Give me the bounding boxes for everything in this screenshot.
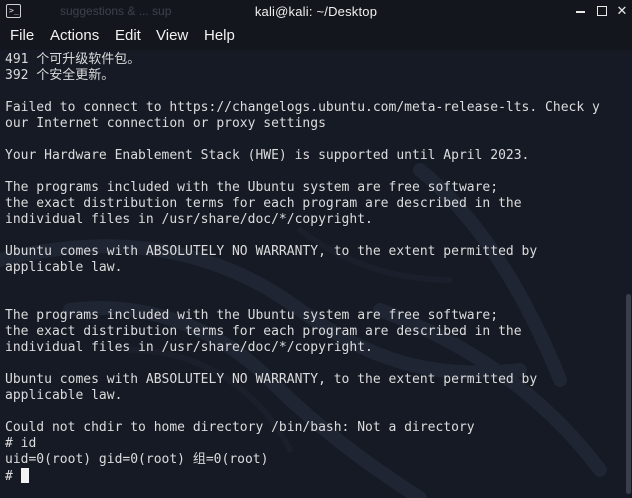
prompt-line[interactable]: #: [5, 468, 600, 484]
terminal-line: Ubuntu comes with ABSOLUTELY NO WARRANTY…: [5, 372, 538, 387]
terminal-line: 491 个可升级软件包。: [5, 52, 141, 67]
terminal-line: the exact distribution terms for each pr…: [5, 196, 522, 211]
terminal-line: The programs included with the Ubuntu sy…: [5, 180, 499, 195]
terminal-line: uid=0(root) gid=0(root) 组=0(root): [5, 452, 269, 467]
maximize-button[interactable]: [594, 3, 610, 19]
shell-prompt: #: [5, 469, 21, 484]
terminal-line: The programs included with the Ubuntu sy…: [5, 308, 499, 323]
menu-edit[interactable]: Edit: [115, 27, 141, 44]
scrollbar-thumb[interactable]: [626, 294, 631, 494]
terminal-line: 392 个安全更新。: [5, 68, 115, 83]
terminal-line: individual files in /usr/share/doc/*/cop…: [5, 340, 373, 355]
terminal-line: Ubuntu comes with ABSOLUTELY NO WARRANTY…: [5, 244, 538, 259]
terminal-window: >_ suggestions & ... sup kali@kali: ~/De…: [0, 0, 632, 498]
close-icon: ✕: [616, 3, 628, 18]
terminal-line: individual files in /usr/share/doc/*/cop…: [5, 212, 373, 227]
menu-actions[interactable]: Actions: [50, 27, 99, 44]
terminal-output[interactable]: 491 个可升级软件包。 392 个安全更新。 Failed to connect …: [0, 50, 632, 498]
terminal-line: # id: [5, 436, 37, 451]
terminal-line: Your Hardware Enablement Stack (HWE) is …: [5, 148, 530, 163]
terminal-line: the exact distribution terms for each pr…: [5, 324, 522, 339]
scrollbar[interactable]: [626, 50, 631, 498]
close-button[interactable]: ✕: [614, 3, 630, 19]
terminal-line: applicable law.: [5, 260, 123, 275]
terminal-line: our Internet connection or proxy setting…: [5, 116, 326, 131]
terminal-line: Could not chdir to home directory /bin/b…: [5, 420, 475, 435]
minimize-icon: [575, 10, 585, 13]
terminal-line: Failed to connect to https://changelogs.…: [5, 100, 600, 115]
minimize-button[interactable]: [572, 3, 588, 19]
menu-help[interactable]: Help: [204, 27, 235, 44]
menu-bar: File Actions Edit View Help: [0, 24, 632, 50]
menu-file[interactable]: File: [10, 27, 34, 44]
terminal-line: applicable law.: [5, 388, 123, 403]
menu-view[interactable]: View: [156, 27, 188, 44]
terminal-lines: 491 个可升级软件包。 392 个安全更新。 Failed to connect …: [5, 52, 600, 484]
window-title: kali@kali: ~/Desktop: [254, 4, 378, 19]
title-bar[interactable]: >_ suggestions & ... sup kali@kali: ~/De…: [0, 0, 632, 24]
text-cursor: [20, 468, 29, 483]
maximize-icon: [597, 5, 607, 16]
